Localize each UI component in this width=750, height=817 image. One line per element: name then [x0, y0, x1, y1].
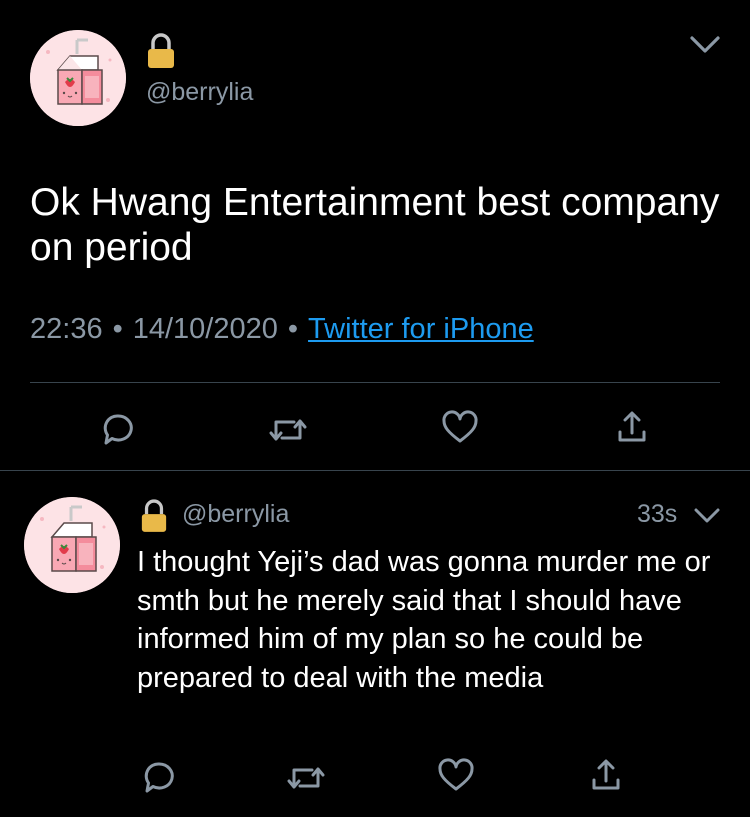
tweet-meta: 22:36 • 14/10/2020 • Twitter for iPhone: [30, 313, 534, 346]
reply-author-handle[interactable]: @berrylia: [182, 500, 289, 529]
tweet-time: 22:36: [30, 313, 103, 345]
lock-icon: [146, 33, 176, 69]
reply-button[interactable]: [137, 756, 181, 800]
share-button[interactable]: [584, 754, 628, 798]
divider: [0, 470, 750, 471]
chevron-down-icon[interactable]: [688, 32, 722, 58]
reply-button[interactable]: [96, 408, 140, 452]
tweet-date: 14/10/2020: [132, 313, 278, 345]
retweet-icon: [287, 767, 325, 789]
tweet-text: Ok Hwang Entertainment best company on p…: [30, 181, 720, 269]
speech-bubble-icon: [103, 414, 133, 445]
share-icon: [592, 759, 620, 790]
like-button[interactable]: [434, 754, 478, 798]
author-handle[interactable]: @berrylia: [146, 78, 253, 107]
chevron-down-icon[interactable]: [692, 506, 722, 526]
like-button[interactable]: [438, 406, 482, 450]
retweet-icon: [269, 419, 307, 441]
divider: [30, 382, 720, 383]
reply-avatar[interactable]: [24, 497, 120, 593]
retweet-button[interactable]: [266, 408, 310, 452]
retweet-button[interactable]: [284, 756, 328, 800]
lock-icon: [140, 499, 168, 533]
speech-bubble-icon: [144, 762, 174, 793]
strawberry-milk-carton-icon: [24, 497, 120, 593]
reply-age: 33s: [637, 500, 678, 528]
meta-separator: •: [112, 313, 123, 345]
share-button[interactable]: [610, 406, 654, 450]
tweet-thread: @berrylia Ok Hwang Entertainment best co…: [0, 0, 750, 817]
reply-tweet-text: I thought Yeji’s dad was gonna murder me…: [137, 546, 711, 694]
heart-icon: [442, 410, 478, 443]
meta-separator: •: [287, 313, 299, 345]
strawberry-milk-carton-icon: [30, 30, 126, 126]
heart-icon: [438, 758, 474, 791]
avatar[interactable]: [30, 30, 126, 126]
share-icon: [618, 411, 646, 442]
tweet-source-link[interactable]: Twitter for iPhone: [308, 313, 534, 345]
